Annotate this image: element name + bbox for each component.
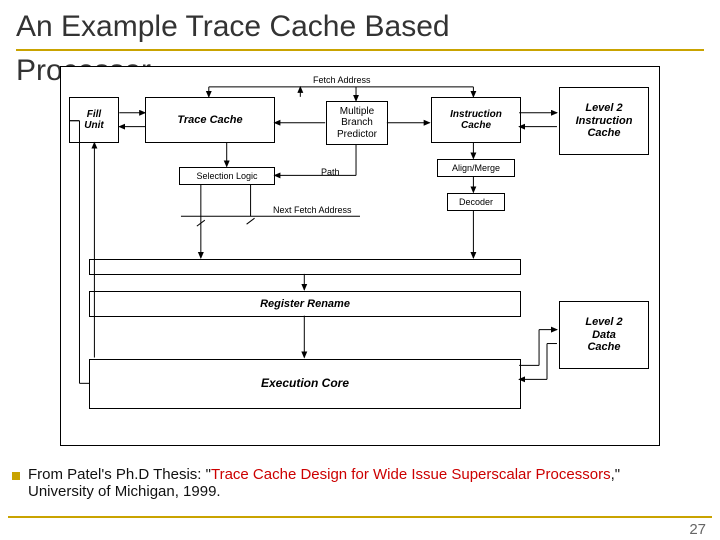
label-fill-unit: FillUnit bbox=[84, 109, 103, 132]
citation-prefix: From Patel's Ph.D Thesis: " bbox=[28, 466, 211, 483]
label-path: Path bbox=[321, 167, 340, 177]
citation-link: Trace Cache Design for Wide Issue Supers… bbox=[211, 466, 611, 483]
box-fill-unit: FillUnit bbox=[69, 97, 119, 143]
box-selection-logic: Selection Logic bbox=[179, 167, 275, 185]
label-register-rename: Register Rename bbox=[260, 298, 350, 311]
slide-title-line1: An Example Trace Cache Based bbox=[0, 0, 720, 45]
box-instruction-cache: InstructionCache bbox=[431, 97, 521, 143]
box-l2-icache: Level 2InstructionCache bbox=[559, 87, 649, 155]
label-branch-predictor: MultipleBranchPredictor bbox=[337, 106, 377, 141]
box-l2-dcache: Level 2DataCache bbox=[559, 301, 649, 369]
bullet-icon bbox=[12, 472, 20, 480]
box-align-merge: Align/Merge bbox=[437, 159, 515, 177]
label-align-merge: Align/Merge bbox=[452, 163, 500, 173]
box-trace-cache: Trace Cache bbox=[145, 97, 275, 143]
label-selection-logic: Selection Logic bbox=[196, 171, 257, 181]
label-decoder: Decoder bbox=[459, 197, 493, 207]
box-register-rename: Register Rename bbox=[89, 291, 521, 317]
label-execution-core: Execution Core bbox=[261, 377, 349, 391]
label-l2-dcache: Level 2DataCache bbox=[585, 316, 622, 354]
box-branch-predictor: MultipleBranchPredictor bbox=[326, 101, 388, 145]
bottom-divider bbox=[8, 516, 712, 518]
diagram-frame: FillUnit Trace Cache MultipleBranchPredi… bbox=[60, 66, 660, 446]
label-trace-cache: Trace Cache bbox=[177, 114, 242, 127]
box-bus-bar bbox=[89, 259, 521, 275]
label-fetch-address: Fetch Address bbox=[313, 75, 371, 85]
label-next-fetch-address: Next Fetch Address bbox=[273, 205, 352, 215]
box-decoder: Decoder bbox=[447, 193, 505, 211]
page-number: 27 bbox=[689, 521, 706, 538]
box-execution-core: Execution Core bbox=[89, 359, 521, 409]
citation: From Patel's Ph.D Thesis: "Trace Cache D… bbox=[28, 466, 688, 500]
label-l2-icache: Level 2InstructionCache bbox=[576, 102, 633, 140]
label-instruction-cache: InstructionCache bbox=[450, 109, 502, 132]
